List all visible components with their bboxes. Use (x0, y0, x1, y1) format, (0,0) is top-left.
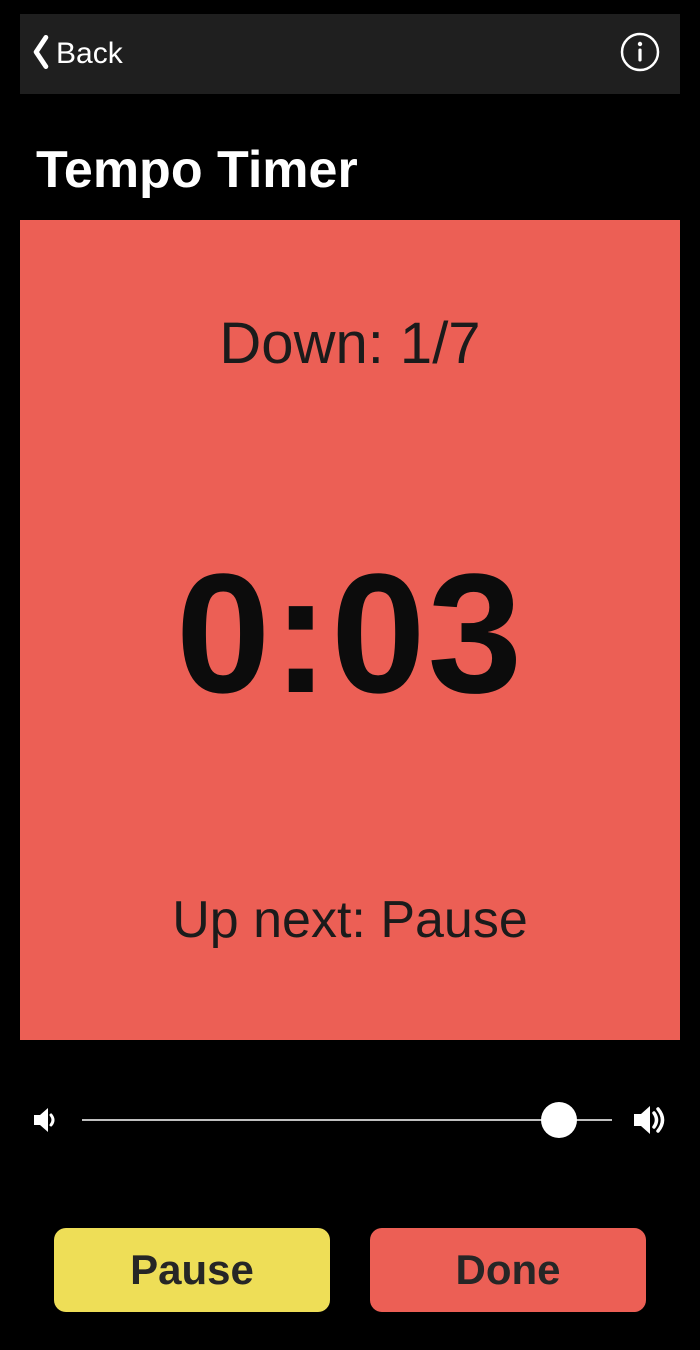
done-button[interactable]: Done (370, 1228, 646, 1312)
back-button[interactable]: Back (30, 35, 123, 74)
top-bar: Back (20, 14, 680, 94)
time-display: 0:03 (176, 536, 524, 732)
button-row: Pause Done (54, 1228, 646, 1312)
timer-card: Down: 1/7 0:03 Up next: Pause (20, 220, 680, 1040)
page-title: Tempo Timer (36, 140, 358, 200)
slider-thumb[interactable] (541, 1102, 577, 1138)
done-button-label: Done (456, 1246, 561, 1294)
pause-button[interactable]: Pause (54, 1228, 330, 1312)
volume-high-icon (630, 1100, 670, 1140)
phase-label: Down: 1/7 (219, 310, 480, 377)
volume-slider[interactable] (82, 1100, 612, 1140)
pause-button-label: Pause (130, 1246, 254, 1294)
back-label: Back (56, 37, 123, 71)
volume-low-icon (30, 1103, 64, 1137)
info-icon (620, 32, 660, 77)
slider-track (82, 1119, 612, 1121)
volume-row (30, 1090, 670, 1150)
info-button[interactable] (618, 32, 662, 76)
upnext-label: Up next: Pause (172, 890, 528, 950)
chevron-left-icon (30, 35, 52, 74)
